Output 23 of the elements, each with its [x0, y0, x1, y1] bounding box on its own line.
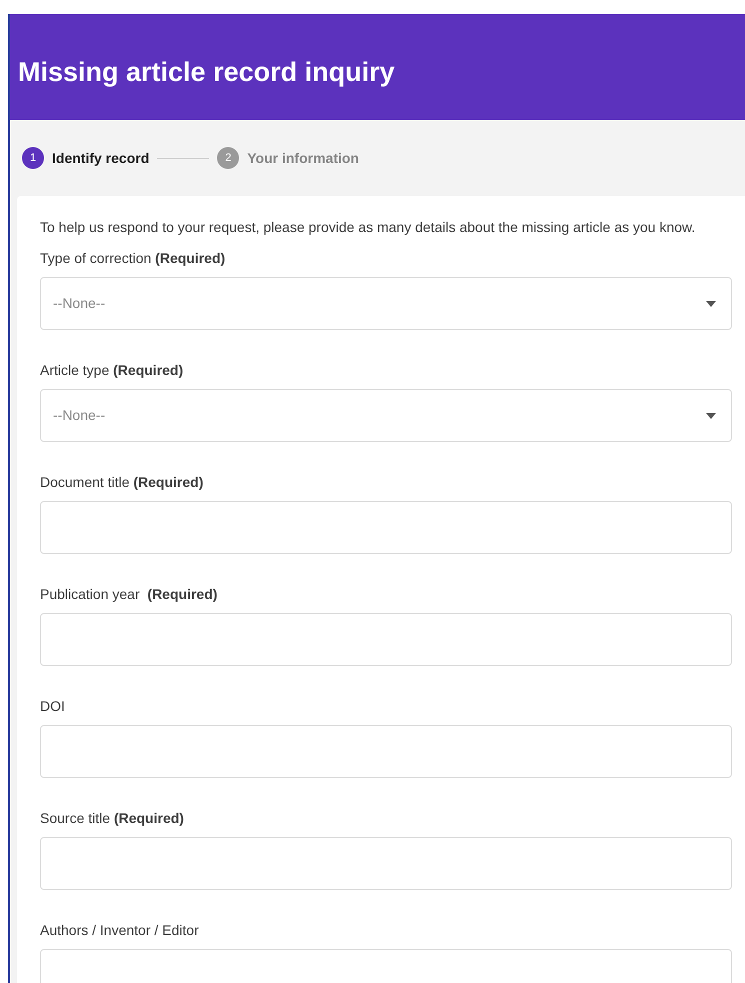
field-label: Article type (Required): [40, 361, 184, 380]
select-field[interactable]: --None--: [40, 389, 732, 442]
step-label[interactable]: Identify record: [52, 148, 150, 168]
caret-icon: [706, 300, 716, 306]
field-label: Source title (Required): [40, 809, 185, 828]
page-title: Missing article record inquiry: [18, 56, 395, 89]
step-number: 2: [217, 147, 240, 169]
field-label: Document title (Required): [40, 473, 204, 492]
field-label: Authors / Inventor / Editor: [40, 921, 200, 940]
input-field[interactable]: [40, 613, 732, 666]
step-number: 1: [22, 147, 44, 169]
input-field[interactable]: [40, 725, 732, 778]
select-placeholder: --None--: [53, 406, 106, 425]
field-label: Publication year (Required): [40, 585, 218, 604]
input-field[interactable]: [40, 501, 732, 554]
field-label: Type of correction (Required): [40, 249, 226, 268]
input-field[interactable]: [40, 837, 732, 890]
intro-text: To help us respond to your request, please provide as many details about the missing article as you know.: [40, 218, 696, 237]
select-field[interactable]: --None--: [40, 277, 732, 330]
step-label[interactable]: Your information: [247, 148, 359, 168]
caret-icon: [706, 412, 716, 418]
field-label: DOI: [40, 697, 66, 716]
select-placeholder: --None--: [53, 294, 106, 313]
